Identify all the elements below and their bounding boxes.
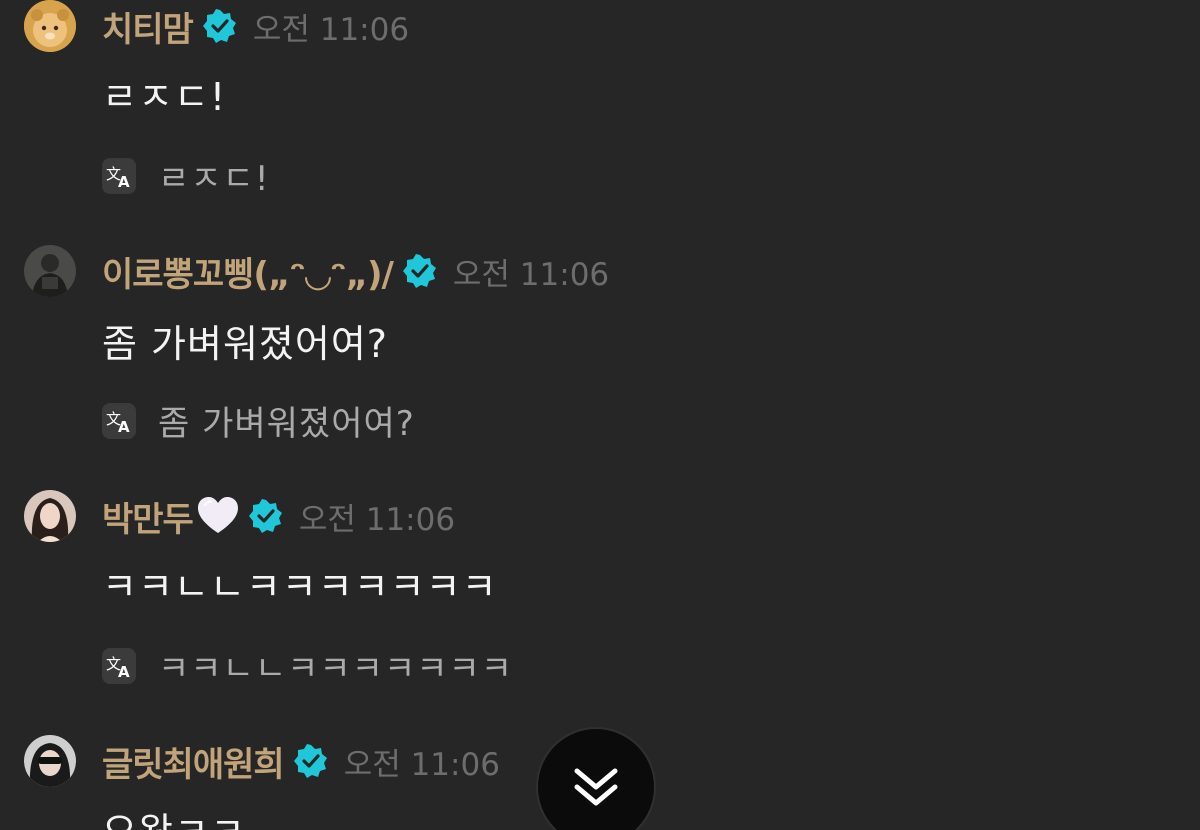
message-header: 이로뽕꼬삥(„ᵔ◡ᵔ„)/ 오전 11:06	[102, 245, 609, 297]
verified-badge-icon	[402, 254, 437, 288]
svg-text:A: A	[118, 173, 130, 189]
message-text: 좀 가벼워졌어여?	[102, 322, 388, 366]
translate-icon[interactable]: 文 A	[102, 157, 136, 194]
message-header: 박만두 오전 11:06	[102, 490, 455, 542]
translation-row: 文 A 좀 가벼워졌어여?	[102, 396, 415, 445]
scroll-to-bottom-button[interactable]	[536, 727, 656, 830]
translation-text: ㄹㅈㄷ!	[158, 159, 270, 199]
svg-text:A: A	[118, 663, 130, 679]
message-time: 오전 11:06	[298, 501, 456, 538]
svg-text:A: A	[118, 418, 130, 434]
translation-row: 文 A ㄹㅈㄷ!	[102, 151, 269, 200]
username[interactable]: 치티맘	[102, 2, 194, 51]
username[interactable]: 글릿최애원희	[102, 737, 285, 786]
message-text: ㅋㅋㄴㄴㅋㅋㅋㅋㅋㅋㅋ	[102, 565, 498, 609]
chat-message-list[interactable]: 치티맘 오전 11:06 ㄹㅈㄷ! 文 A ㄹㅈㄷ! 이로뽕꼬삥(„ᵔ◡ᵔ„)/…	[0, 0, 1200, 830]
message-header: 글릿최애원희 오전 11:06	[102, 735, 500, 787]
translation-row: 文 A ㅋㅋㄴㄴㅋㅋㅋㅋㅋㅋㅋ	[102, 641, 513, 690]
message-time: 오전 11:06	[343, 746, 500, 783]
message-header: 치티맘 오전 11:06	[102, 0, 409, 52]
translation-text: 좀 가벼워졌어여?	[158, 404, 415, 444]
verified-badge-icon	[202, 9, 237, 43]
verified-badge-icon	[248, 499, 283, 533]
avatar[interactable]	[24, 0, 76, 52]
avatar[interactable]	[24, 490, 76, 542]
message-time: 오전 11:06	[452, 256, 610, 293]
double-chevron-down-icon	[573, 767, 619, 811]
translate-icon[interactable]: 文 A	[102, 402, 136, 439]
translate-icon[interactable]: 文 A	[102, 647, 136, 684]
message-text: ㄹㅈㄷ!	[102, 75, 227, 119]
avatar[interactable]	[24, 245, 76, 297]
avatar[interactable]	[24, 735, 76, 787]
verified-badge-icon	[293, 744, 328, 778]
message-time: 오전 11:06	[252, 11, 410, 48]
message-text: 으왕ㅋㅋ	[102, 801, 246, 830]
username[interactable]: 박만두	[102, 492, 194, 541]
username[interactable]: 이로뽕꼬삥(„ᵔ◡ᵔ„)/	[102, 247, 394, 296]
translation-text: ㅋㅋㄴㄴㅋㅋㅋㅋㅋㅋㅋ	[158, 649, 514, 689]
heart-icon	[197, 497, 239, 535]
